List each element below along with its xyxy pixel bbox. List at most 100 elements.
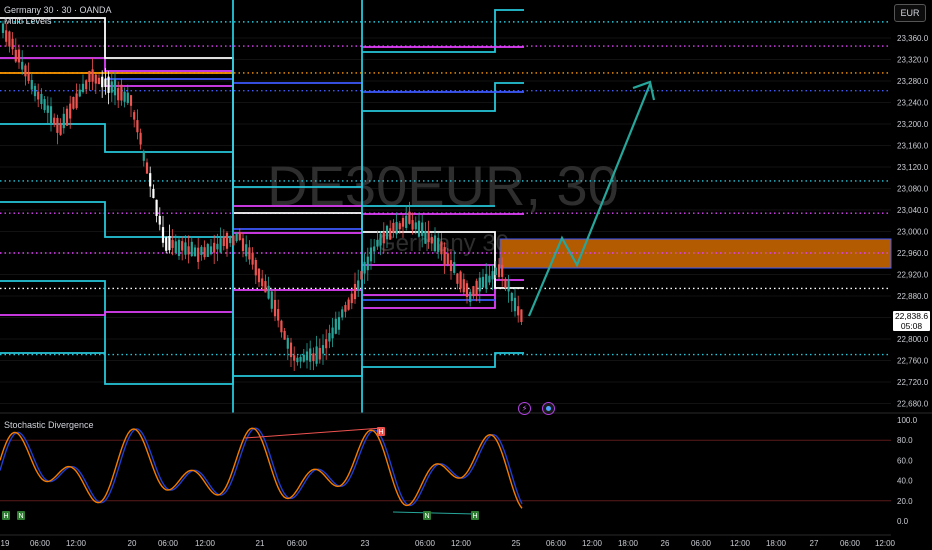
time-tick-label: 21 bbox=[256, 539, 265, 548]
candle-body bbox=[485, 273, 488, 289]
time-tick-label: 06:00 bbox=[158, 539, 179, 548]
candle-body bbox=[24, 65, 27, 77]
oscillator-tick-label: 0.0 bbox=[897, 517, 909, 526]
candle-body bbox=[75, 93, 78, 109]
target-icon[interactable] bbox=[542, 402, 555, 415]
candle-body bbox=[168, 236, 171, 251]
time-tick-label: 19 bbox=[1, 539, 10, 548]
candle-body bbox=[46, 105, 49, 113]
candle-body bbox=[209, 246, 213, 255]
time-tick-label: 12:00 bbox=[582, 539, 603, 548]
candle-body bbox=[497, 264, 501, 278]
oscillator-tick-label: 20.0 bbox=[897, 497, 913, 506]
candle-body bbox=[257, 268, 261, 283]
candle-body bbox=[427, 230, 430, 243]
current-price-value: 22,838.6 bbox=[894, 311, 929, 321]
candle-body bbox=[216, 243, 219, 250]
oscillator-tick-label: 60.0 bbox=[897, 456, 913, 465]
candle-body bbox=[517, 306, 520, 316]
time-tick-label: 06:00 bbox=[287, 539, 308, 548]
candle-body bbox=[126, 92, 129, 104]
price-tick-label: 22,880.0 bbox=[897, 292, 929, 301]
candle-body bbox=[357, 280, 360, 291]
time-tick-label: 23 bbox=[361, 539, 370, 548]
chart-stage[interactable]: DE30EUR, 30 Germany 30 23,360.023,320.02… bbox=[0, 0, 932, 550]
price-tick-label: 22,680.0 bbox=[897, 400, 929, 409]
candle-body bbox=[321, 345, 325, 354]
candle-body bbox=[430, 236, 433, 244]
time-tick-label: 26 bbox=[661, 539, 670, 548]
candle-body bbox=[373, 246, 376, 252]
candle-body bbox=[315, 346, 318, 364]
candle-body bbox=[469, 291, 472, 303]
candle-body bbox=[203, 247, 206, 258]
indicator-legend[interactable]: Multi Levels bbox=[4, 16, 52, 26]
candle-body bbox=[350, 293, 353, 304]
candle-body bbox=[395, 221, 398, 235]
candle-body bbox=[158, 215, 161, 225]
candle-body bbox=[286, 337, 289, 349]
lightning-icon[interactable]: ⚡ bbox=[518, 402, 531, 415]
candle-body bbox=[379, 233, 382, 246]
oscillator-tick-label: 80.0 bbox=[897, 436, 913, 445]
candle-body bbox=[30, 79, 33, 90]
time-tick-label: 12:00 bbox=[66, 539, 87, 548]
time-tick-label: 20 bbox=[128, 539, 137, 548]
candle-body bbox=[59, 123, 62, 135]
candle-body bbox=[129, 95, 133, 106]
candle-body bbox=[363, 261, 366, 274]
candle-body bbox=[299, 356, 302, 362]
candle-body bbox=[465, 283, 469, 298]
candle-body bbox=[142, 151, 145, 161]
candle-body bbox=[261, 278, 264, 287]
candle-body bbox=[417, 220, 421, 237]
candle-body bbox=[360, 271, 363, 280]
candle-body bbox=[401, 217, 405, 227]
oscillator-tick-label: 100.0 bbox=[897, 416, 918, 425]
time-tick-label: 06:00 bbox=[30, 539, 51, 548]
candle-body bbox=[270, 291, 273, 309]
candle-body bbox=[110, 81, 113, 93]
candle-body bbox=[65, 108, 69, 126]
divergence-marker-label: H bbox=[472, 513, 477, 520]
candle-body bbox=[337, 317, 341, 330]
currency-button[interactable]: EUR bbox=[894, 4, 926, 22]
price-tick-label: 23,320.0 bbox=[897, 56, 929, 65]
oscillator-title[interactable]: Stochastic Divergence bbox=[4, 420, 94, 430]
candle-body bbox=[187, 246, 190, 255]
candle-body bbox=[113, 79, 117, 96]
candle-body bbox=[273, 299, 277, 317]
divergence-marker-label: N bbox=[424, 513, 429, 520]
candle-body bbox=[293, 355, 296, 361]
oscillator-tick-label: 40.0 bbox=[897, 477, 913, 486]
candle-body bbox=[389, 228, 392, 240]
time-tick-label: 12:00 bbox=[195, 539, 216, 548]
time-tick-label: 06:00 bbox=[840, 539, 861, 548]
candle-body bbox=[312, 353, 315, 362]
time-tick-label: 27 bbox=[810, 539, 819, 548]
candle-body bbox=[107, 76, 110, 93]
candle-body bbox=[341, 309, 344, 318]
watermark-symbol: DE30EUR, 30 bbox=[267, 154, 619, 217]
candle-body bbox=[475, 280, 478, 296]
candle-body bbox=[264, 281, 267, 293]
candle-body bbox=[139, 132, 142, 145]
price-tick-label: 23,120.0 bbox=[897, 163, 929, 172]
candle-body bbox=[459, 271, 462, 289]
time-tick-label: 12:00 bbox=[451, 539, 472, 548]
candle-body bbox=[437, 237, 440, 252]
candle-body bbox=[206, 244, 209, 257]
candle-body bbox=[411, 220, 414, 230]
candle-body bbox=[421, 222, 424, 236]
candle-body bbox=[14, 49, 17, 62]
time-tick-label: 06:00 bbox=[415, 539, 436, 548]
candle-body bbox=[488, 275, 491, 283]
symbol-legend[interactable]: Germany 30 · 30 · OANDA bbox=[4, 5, 112, 15]
candle-body bbox=[177, 239, 181, 256]
candle-body bbox=[440, 241, 443, 255]
candle-body bbox=[433, 235, 437, 252]
candle-body bbox=[385, 225, 389, 240]
price-tick-label: 23,160.0 bbox=[897, 142, 929, 151]
time-tick-label: 06:00 bbox=[691, 539, 712, 548]
time-tick-label: 06:00 bbox=[546, 539, 567, 548]
